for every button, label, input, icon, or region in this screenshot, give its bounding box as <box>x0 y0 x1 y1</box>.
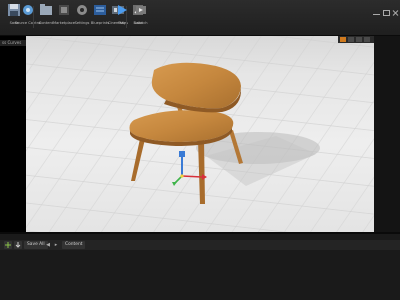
close-icon[interactable] <box>391 2 400 16</box>
path-crumb-content[interactable]: Content <box>62 241 86 249</box>
back-arrow-icon[interactable]: ◀ <box>44 241 52 249</box>
content-button[interactable]: Content <box>36 2 56 32</box>
play-button[interactable]: Play <box>112 2 132 32</box>
settings-icon <box>77 5 87 15</box>
play-icon <box>118 5 127 15</box>
viewport-right-panel <box>374 36 400 232</box>
viewport-options-bar <box>338 36 374 43</box>
content-browser-toolbar: Save All ◀ ▸ Content <box>0 240 400 250</box>
source-control-button[interactable]: Source Control <box>15 2 41 32</box>
marketplace-button[interactable]: Marketplace <box>53 2 75 32</box>
viewport-scene[interactable]: AutoMaterialsDefaultM..ChairChromeB..Bra… <box>26 36 374 232</box>
maximize-icon[interactable] <box>382 2 391 16</box>
launch-icon <box>136 6 146 14</box>
blueprints-icon <box>94 5 106 15</box>
content-browser: Save All ◀ ▸ Content <box>0 232 400 300</box>
main-toolbar: Save Source Control Content Marketplace … <box>0 0 400 36</box>
asset-tiles <box>0 256 400 300</box>
rotation-snap-icon[interactable] <box>356 37 362 42</box>
scale-snap-icon[interactable] <box>364 37 370 42</box>
grid-icon[interactable] <box>348 37 354 42</box>
minimize-icon[interactable] <box>372 2 381 15</box>
content-icon <box>40 4 52 15</box>
add-new-icon[interactable] <box>4 241 12 249</box>
launch-button[interactable]: Launch <box>131 2 151 32</box>
import-icon[interactable] <box>14 241 22 249</box>
folder-icon[interactable]: ▸ <box>52 241 60 249</box>
scene-render: AutoMaterialsDefaultM..ChairChromeB..Bra… <box>26 36 374 232</box>
marketplace-icon <box>59 5 69 15</box>
snap-toggle-icon[interactable] <box>340 37 346 42</box>
settings-button[interactable]: Settings <box>72 2 92 32</box>
launch-label: Launch <box>134 21 148 25</box>
viewport-tag: ss Curves <box>0 40 26 46</box>
level-viewport[interactable]: ss Curves AutoMaterialsDefaultM..ChairCh… <box>0 36 400 232</box>
blueprints-button[interactable]: Blueprints <box>90 2 110 32</box>
